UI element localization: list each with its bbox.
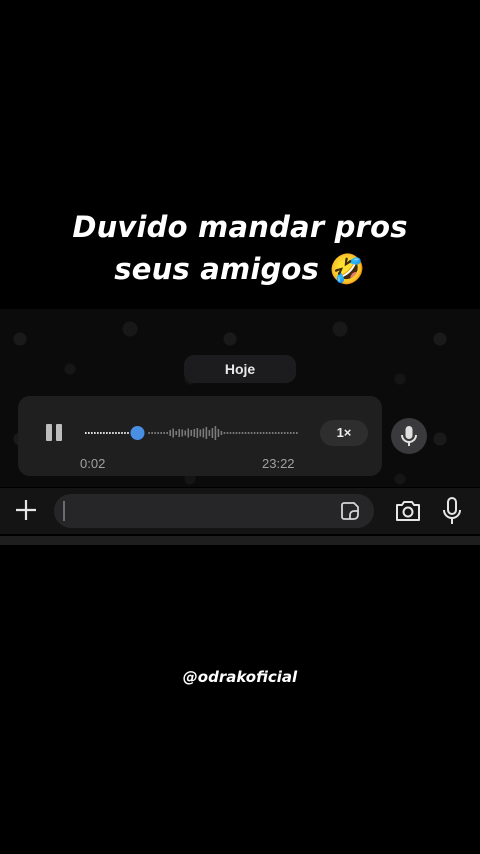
waveform-bar bbox=[160, 432, 162, 434]
waveform-bar bbox=[187, 428, 190, 438]
waveform-bar bbox=[286, 432, 289, 434]
microphone-icon[interactable] bbox=[391, 418, 427, 454]
waveform-bar bbox=[247, 432, 250, 434]
waveform-bar bbox=[229, 432, 232, 434]
waveform-bar bbox=[172, 428, 175, 438]
waveform-bar bbox=[88, 432, 90, 434]
waveform-bar bbox=[220, 431, 223, 435]
waveform-bar bbox=[118, 432, 120, 434]
waveform-bar bbox=[214, 426, 217, 440]
waveform-bar bbox=[124, 432, 126, 434]
waveform-bar bbox=[103, 432, 105, 434]
voice-message-bubble: 0:02 23:22 1× bbox=[18, 396, 382, 476]
waveform-bar bbox=[166, 432, 168, 434]
waveform-bar bbox=[163, 432, 165, 434]
message-input-bar bbox=[0, 488, 480, 534]
caption-line-2: seus amigos 🤣 bbox=[0, 248, 480, 290]
waveform-bar bbox=[184, 430, 187, 436]
waveform-bar bbox=[244, 432, 247, 434]
waveform-bar bbox=[289, 432, 292, 434]
sticker-icon[interactable] bbox=[340, 501, 360, 521]
waveform-bar bbox=[178, 429, 181, 437]
waveform-bar bbox=[232, 432, 235, 434]
waveform-bar bbox=[283, 432, 286, 434]
waveform-bar bbox=[151, 432, 153, 434]
date-separator: Hoje bbox=[184, 355, 296, 383]
playback-speed-button[interactable]: 1× bbox=[320, 420, 368, 446]
waveform-bar bbox=[262, 432, 265, 434]
waveform-bar bbox=[217, 429, 220, 437]
total-duration: 23:22 bbox=[262, 456, 295, 471]
waveform-bar bbox=[121, 432, 123, 434]
waveform-bar bbox=[196, 428, 199, 438]
waveform-bar bbox=[292, 432, 295, 434]
playback-position-knob bbox=[130, 426, 145, 440]
waveform-bar bbox=[169, 430, 171, 436]
waveform-bar bbox=[91, 432, 93, 434]
plus-icon[interactable] bbox=[14, 498, 38, 522]
waveform-bar bbox=[265, 432, 268, 434]
waveform-bar bbox=[208, 430, 211, 436]
waveform-bar bbox=[190, 430, 193, 436]
waveform-bar bbox=[109, 432, 111, 434]
waveform-bar bbox=[259, 432, 262, 434]
waveform-bar bbox=[268, 432, 271, 434]
waveform-bar bbox=[154, 432, 156, 434]
camera-icon[interactable] bbox=[394, 498, 422, 524]
text-cursor bbox=[63, 501, 65, 521]
waveform-bar bbox=[148, 432, 150, 434]
pause-icon[interactable] bbox=[46, 424, 64, 442]
waveform-bar bbox=[280, 432, 283, 434]
waveform-bar bbox=[112, 432, 114, 434]
divider bbox=[0, 536, 480, 545]
waveform-bar bbox=[223, 432, 226, 434]
waveform-bar bbox=[238, 432, 241, 434]
message-input[interactable] bbox=[54, 494, 374, 528]
waveform-bar bbox=[277, 432, 280, 434]
caption-line-1: Duvido mandar pros bbox=[72, 210, 408, 244]
waveform-bar bbox=[295, 432, 298, 434]
waveform-bar bbox=[115, 432, 117, 434]
waveform-bar bbox=[250, 432, 253, 434]
waveform-bar bbox=[100, 432, 102, 434]
creator-watermark: @odrakoficial bbox=[182, 668, 298, 686]
video-caption: Duvido mandar pros seus amigos 🤣 bbox=[0, 206, 480, 290]
waveform-bar bbox=[94, 432, 96, 434]
waveform-bar bbox=[226, 432, 229, 434]
waveform-bar bbox=[274, 432, 277, 434]
waveform-bar bbox=[175, 431, 178, 435]
waveform-bar bbox=[211, 428, 214, 438]
waveform-bar bbox=[106, 432, 108, 434]
voice-waveform-slider[interactable] bbox=[84, 422, 298, 444]
caption-line-2-text: seus amigos bbox=[114, 252, 320, 286]
elapsed-time: 0:02 bbox=[80, 456, 106, 471]
waveform-bar bbox=[271, 432, 274, 434]
laughing-emoji-icon: 🤣 bbox=[329, 252, 366, 286]
waveform-bar bbox=[97, 432, 99, 434]
waveform-bar bbox=[202, 428, 205, 438]
waveform-bar bbox=[241, 432, 244, 434]
waveform-bar bbox=[193, 429, 196, 437]
waveform-bar bbox=[199, 429, 202, 437]
waveform-bar bbox=[256, 432, 259, 434]
waveform-bar bbox=[127, 432, 129, 434]
voice-record-icon[interactable] bbox=[440, 496, 464, 526]
waveform-bar bbox=[253, 432, 256, 434]
waveform-bar bbox=[205, 427, 208, 439]
waveform-bar bbox=[181, 429, 184, 437]
waveform-bar bbox=[157, 432, 159, 434]
waveform-bar bbox=[85, 432, 87, 434]
waveform-bar bbox=[235, 432, 238, 434]
